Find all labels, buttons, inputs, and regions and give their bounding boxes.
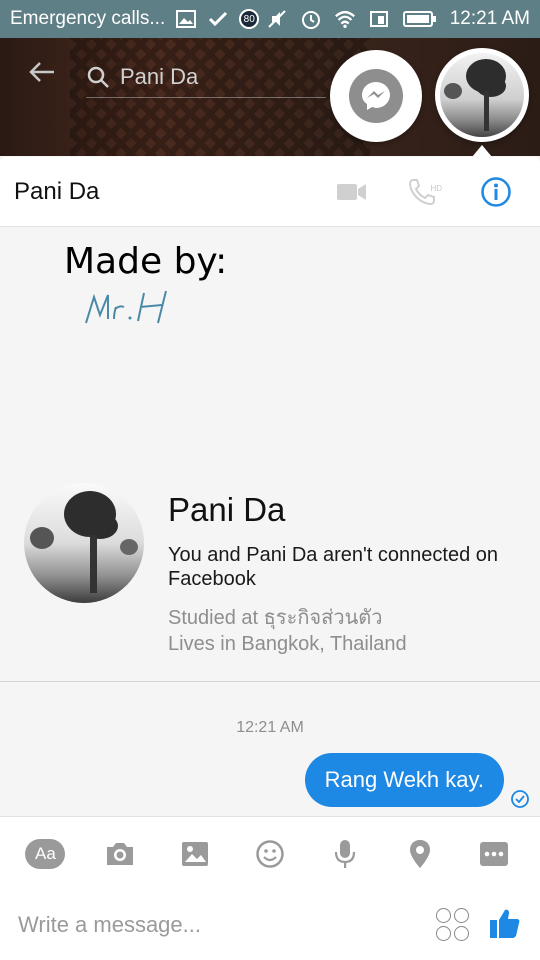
made-by-overlay: Made by:: [64, 241, 228, 282]
signature: [82, 283, 192, 336]
search-icon: [87, 66, 109, 88]
chat-header: Pani Da HD: [0, 157, 540, 227]
notification-badge: 80: [239, 9, 260, 29]
avatar: [440, 53, 524, 137]
hd-label: HD: [430, 183, 442, 193]
text-format-button[interactable]: Aa: [23, 832, 67, 876]
location-icon[interactable]: [398, 832, 442, 876]
video-call-icon[interactable]: [322, 181, 382, 203]
profile-avatar[interactable]: [24, 483, 144, 603]
alarm-icon: [300, 8, 322, 30]
stickers-icon[interactable]: [436, 908, 470, 942]
aa-icon: Aa: [25, 838, 66, 869]
check-icon: [207, 8, 229, 30]
status-carrier-text: Emergency calls...: [10, 8, 166, 29]
battery-icon: [402, 8, 438, 30]
image-icon: [175, 8, 197, 30]
sim-icon: [368, 8, 390, 30]
emoji-icon[interactable]: [248, 832, 292, 876]
like-icon[interactable]: [488, 906, 522, 945]
microphone-icon[interactable]: [323, 832, 367, 876]
chat-title: Pani Da: [14, 177, 100, 205]
sent-message-bubble[interactable]: Rang Wekh kay.: [304, 753, 504, 807]
message-input[interactable]: [18, 912, 436, 938]
more-icon[interactable]: [472, 832, 516, 876]
profile-name: Pani Da: [168, 491, 286, 528]
hd-call-icon[interactable]: HD: [394, 176, 454, 208]
messenger-icon: [349, 69, 403, 123]
profile-location: Lives in Bangkok, Thailand: [168, 633, 407, 655]
contact-chat-head[interactable]: [435, 48, 529, 142]
search-bar[interactable]: Pani Da: [86, 56, 326, 98]
popover-caret: [472, 145, 492, 157]
messenger-chat-head[interactable]: [330, 50, 422, 142]
back-arrow-icon[interactable]: [28, 58, 56, 92]
search-query[interactable]: Pani Da: [120, 64, 198, 90]
camera-icon[interactable]: [98, 832, 142, 876]
seen-check-icon: [510, 789, 530, 814]
connection-status: You and Pani Da aren't connected on Face…: [168, 544, 498, 590]
mute-icon: [266, 8, 288, 30]
profile-education: Studied at ธุระกิจส่วนตัว: [168, 607, 383, 629]
message-composer: [0, 890, 540, 960]
message-timestamp: 12:21 AM: [236, 719, 304, 736]
info-icon[interactable]: [466, 176, 526, 208]
status-time: 12:21 AM: [449, 8, 530, 29]
wifi-icon: [334, 8, 356, 30]
status-bar: Emergency calls... 80 12:21 AM: [0, 0, 540, 38]
gallery-icon[interactable]: [173, 832, 217, 876]
conversation-area: Made by: Pani Da You and Pani Da aren't …: [0, 227, 540, 816]
divider: [0, 681, 540, 682]
composer-toolbar: Aa: [0, 816, 540, 890]
